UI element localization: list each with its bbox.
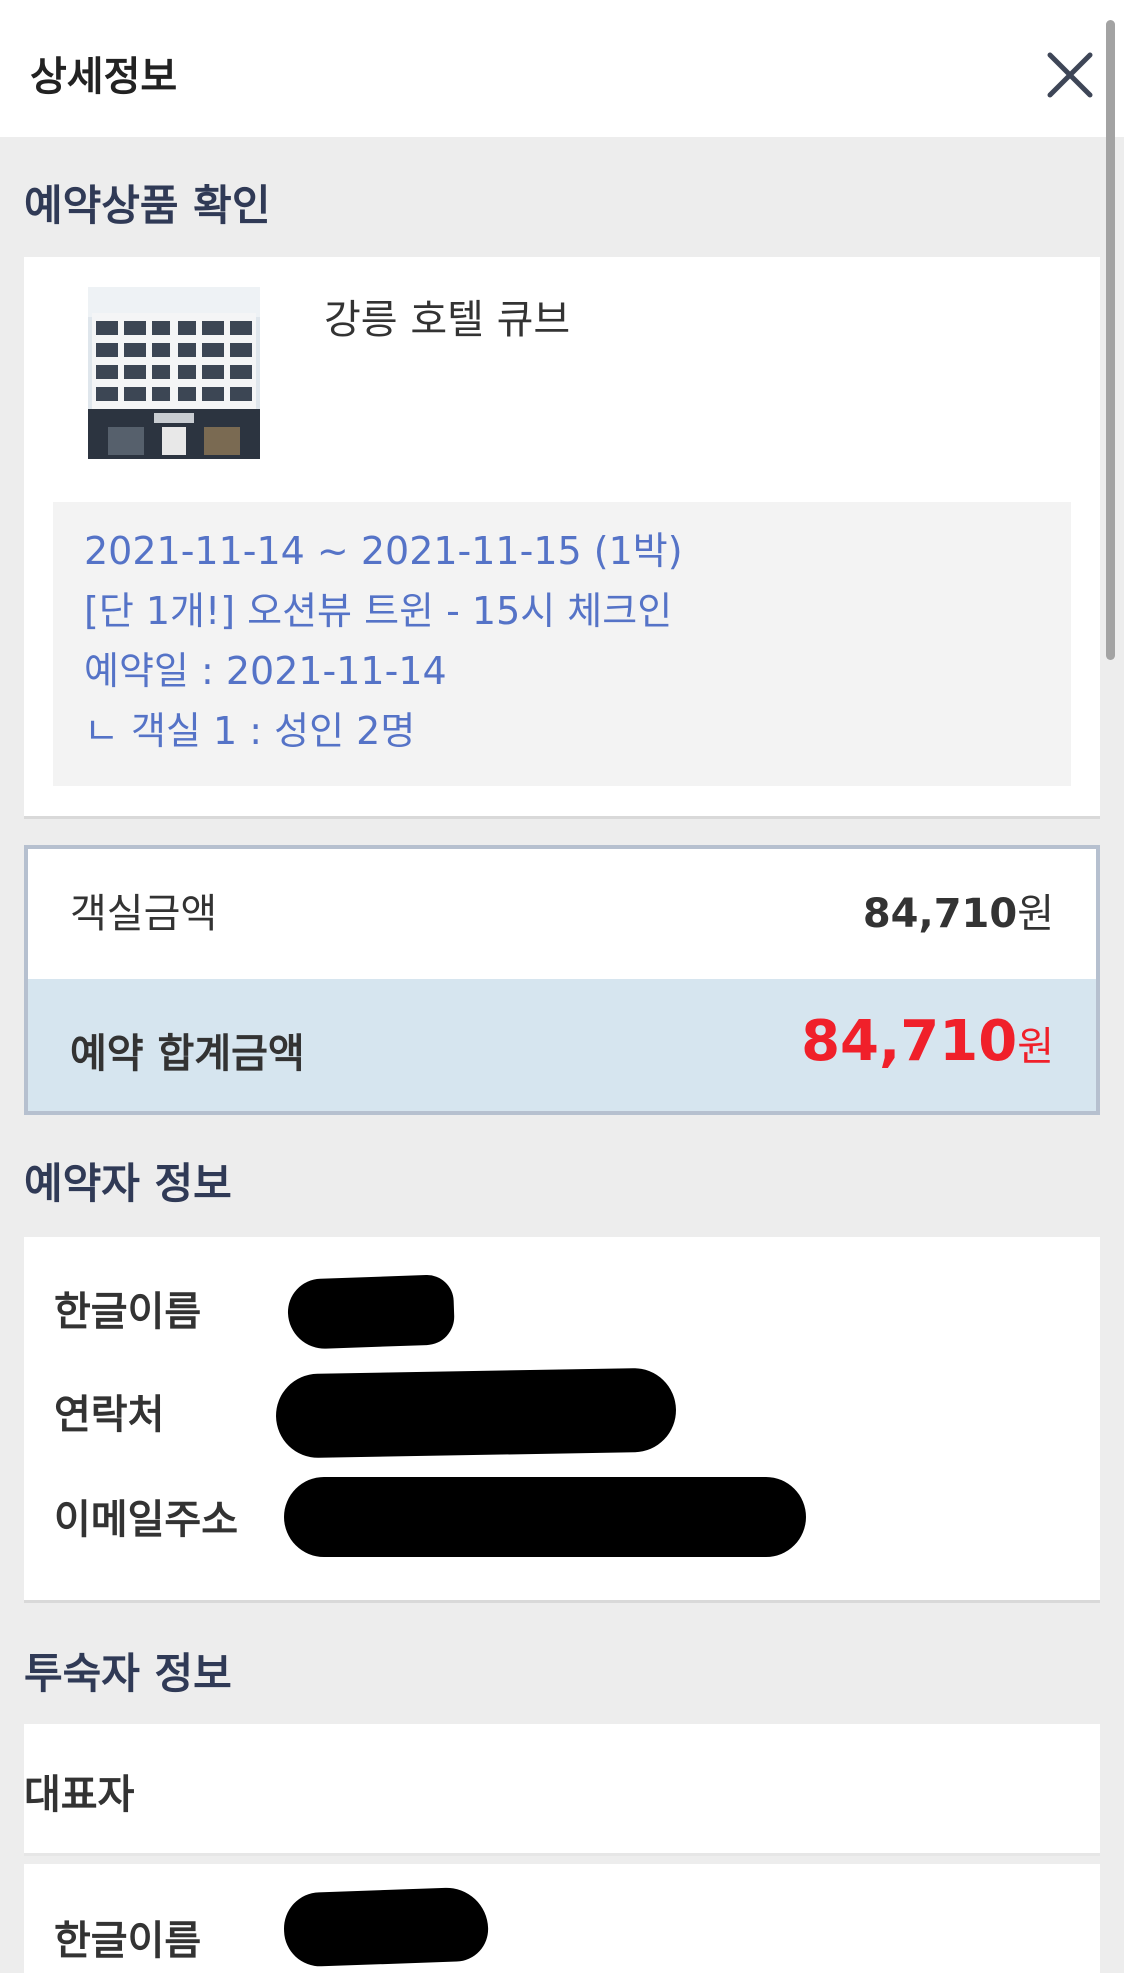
room-price-unit: 원 — [1017, 891, 1054, 937]
product-card: 강릉 호텔 큐브 2021-11-14 ~ 2021-11-15 (1박) [단… — [24, 257, 1100, 816]
hotel-building-icon — [88, 287, 260, 459]
room-price-value: 84,710원 — [863, 881, 1054, 939]
booker-name-label: 한글이름 — [54, 1289, 202, 1335]
representative-card: 대표자 — [24, 1724, 1100, 1856]
stay-dates: 2021-11-14 ~ 2021-11-15 (1박) — [84, 529, 683, 573]
booking-date: 예약일 : 2021-11-14 — [84, 649, 447, 693]
header-bar: 상세정보 — [0, 0, 1124, 137]
guest-section-title: 투숙자 정보 — [24, 1649, 232, 1698]
reservation-details: 2021-11-14 ~ 2021-11-15 (1박) [단 1개!] 오션뷰… — [53, 502, 1071, 786]
total-price-amount: 84,710 — [801, 1009, 1018, 1074]
scrollbar[interactable] — [1106, 20, 1115, 660]
guest-count: ㄴ 객실 1 : 성인 2명 — [84, 709, 416, 753]
total-price-label: 예약 합계금액 — [70, 1031, 305, 1077]
guest-card: 한글이름 — [24, 1864, 1100, 1973]
redacted-guest-name — [282, 1886, 490, 1968]
booker-section-title: 예약자 정보 — [24, 1159, 232, 1208]
booker-phone-label: 연락처 — [54, 1392, 165, 1438]
representative-label: 대표자 — [24, 1772, 135, 1818]
total-price-unit: 원 — [1017, 1024, 1054, 1070]
redacted-email — [284, 1477, 806, 1557]
room-price-row: 객실금액 84,710원 — [28, 849, 1096, 979]
room-price-label: 객실금액 — [70, 891, 218, 937]
close-icon — [1047, 52, 1093, 98]
close-button[interactable] — [1040, 45, 1100, 105]
booker-card: 한글이름 연락처 이메일주소 — [24, 1237, 1100, 1600]
room-type: [단 1개!] 오션뷰 트윈 - 15시 체크인 — [84, 589, 673, 633]
page-title: 상세정보 — [30, 54, 178, 100]
total-price-row: 예약 합계금액 84,710원 — [28, 979, 1096, 1111]
hotel-name: 강릉 호텔 큐브 — [324, 297, 571, 343]
redacted-phone — [275, 1367, 677, 1459]
product-section-title: 예약상품 확인 — [24, 181, 271, 230]
price-summary: 객실금액 84,710원 예약 합계금액 84,710원 — [24, 845, 1100, 1115]
booker-email-label: 이메일주소 — [54, 1497, 238, 1543]
redacted-name — [286, 1274, 456, 1350]
hotel-image — [88, 287, 260, 459]
total-price-value: 84,710원 — [801, 1009, 1054, 1074]
room-price-amount: 84,710 — [862, 891, 1018, 937]
guest-name-label: 한글이름 — [54, 1918, 202, 1964]
